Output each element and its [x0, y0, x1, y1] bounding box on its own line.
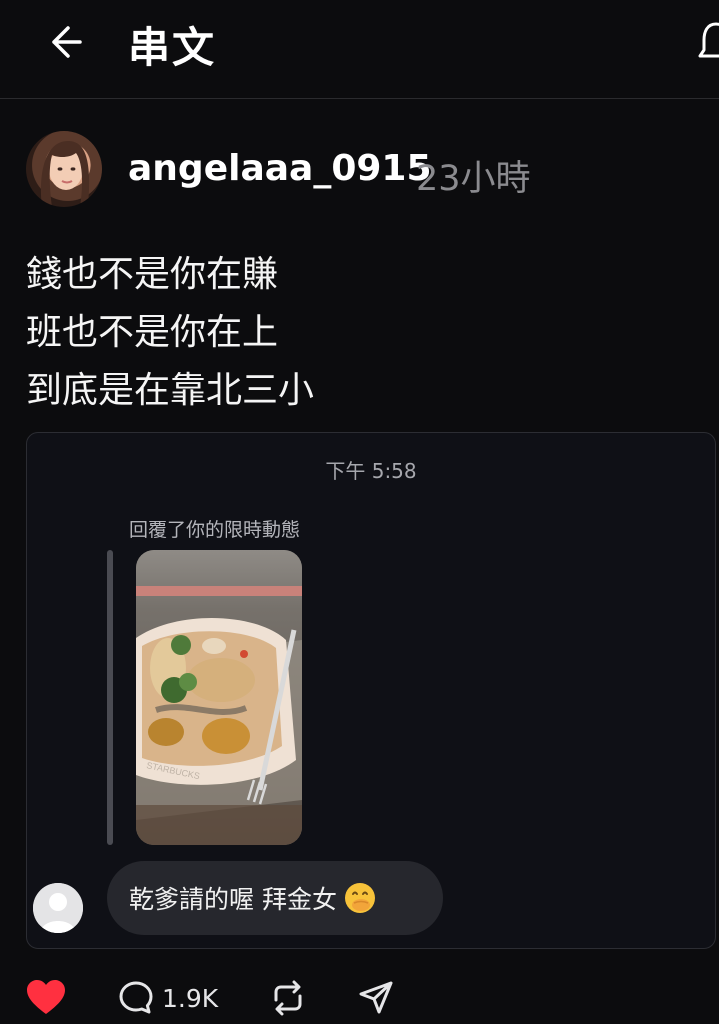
message-bubble: 乾爹請的喔 拜金女: [107, 861, 443, 935]
post-timestamp: 23小時: [416, 159, 531, 199]
notification-button[interactable]: [696, 18, 719, 66]
notification-bell-icon: [698, 22, 719, 58]
post-line: 錢也不是你在賺: [26, 254, 279, 295]
chat-timestamp: 下午 5:58: [325, 459, 417, 483]
post-line: 班也不是你在上: [26, 312, 279, 353]
share-button[interactable]: [358, 980, 394, 1020]
default-avatar-icon: [33, 883, 83, 933]
post-text: 錢也不是你在賺 班也不是你在上 到底是在靠北三小: [26, 246, 686, 420]
food-container-photo: STARBUCKS: [136, 550, 302, 845]
post-line: 到底是在靠北三小: [26, 370, 315, 411]
repost-icon: [274, 980, 302, 1016]
page-title: 串文: [128, 23, 217, 72]
attached-screenshot[interactable]: 下午 5:58 回覆了你的限時動態 STARBUCKS 乾爹請的喔 拜金女: [26, 432, 716, 949]
top-bar: 串文: [0, 0, 719, 99]
back-arrow-icon: [52, 26, 82, 58]
like-button[interactable]: [26, 980, 66, 1020]
comment-icon: [119, 981, 153, 1014]
story-thumbnail: STARBUCKS: [136, 550, 302, 845]
avatar-portrait: [41, 141, 90, 207]
author-username[interactable]: angelaaa_0915: [128, 148, 432, 189]
reply-caption: 回覆了你的限時動態: [129, 519, 301, 541]
post-actions: 1.9K: [0, 970, 719, 1024]
back-button[interactable]: [40, 18, 88, 66]
author-avatar[interactable]: [26, 131, 102, 207]
share-icon: [359, 981, 393, 1014]
message-text: 乾爹請的喔 拜金女: [129, 885, 337, 914]
reply-indicator-bar: [107, 550, 113, 845]
comment-button[interactable]: 1.9K: [118, 980, 218, 1016]
heart-icon: [27, 980, 65, 1014]
comment-count: 1.9K: [162, 983, 219, 1013]
face-with-hand-over-mouth-emoji: [344, 883, 375, 913]
sender-avatar: [33, 883, 83, 933]
repost-button[interactable]: [270, 980, 306, 1020]
